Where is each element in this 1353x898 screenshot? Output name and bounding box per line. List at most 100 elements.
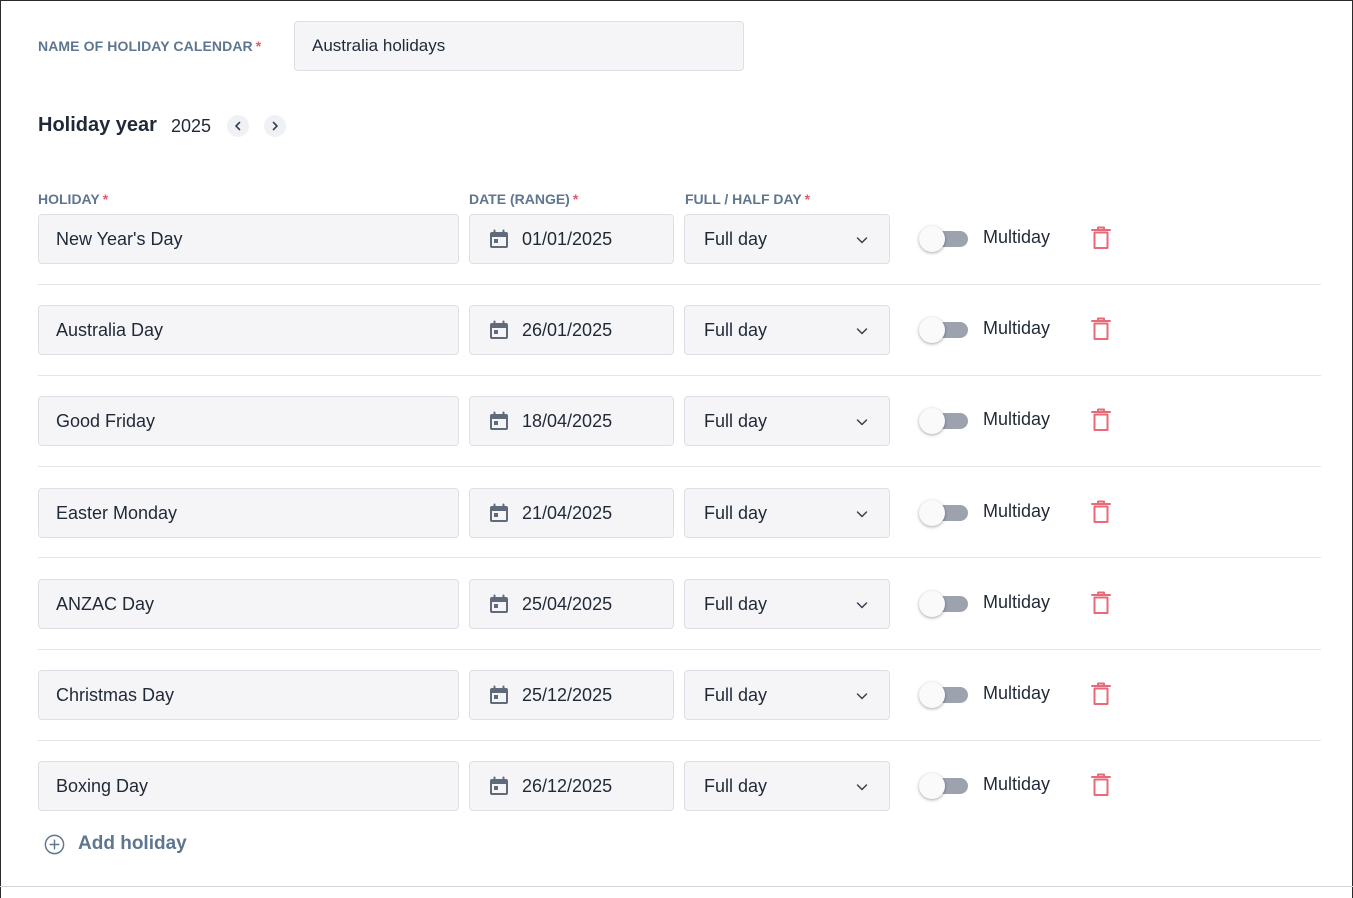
- holiday-name-input[interactable]: ANZAC Day: [38, 579, 459, 629]
- holiday-row: Easter Monday 21/04/2025 Full day Multiday: [1, 488, 1353, 538]
- chevron-right-icon: [272, 121, 278, 131]
- day-type-select[interactable]: Full day: [684, 670, 890, 720]
- multiday-label: Multiday: [983, 501, 1051, 521]
- toggle-knob: [919, 682, 945, 708]
- calendar-icon: [490, 776, 508, 795]
- toggle-knob: [919, 500, 945, 526]
- required-mark: *: [804, 191, 811, 207]
- holiday-name-input[interactable]: New Year's Day: [38, 214, 459, 264]
- holiday-row: ANZAC Day 25/04/2025 Full day Multiday: [1, 579, 1353, 629]
- chevron-down-icon: [856, 602, 868, 609]
- multiday-label: Multiday: [983, 774, 1051, 794]
- calendar-name-label: NAME OF HOLIDAY CALENDAR *: [38, 38, 262, 54]
- holiday-name-input[interactable]: Good Friday: [38, 396, 459, 446]
- toggle-knob: [919, 226, 945, 252]
- chevron-down-icon: [856, 237, 868, 244]
- row-divider: [38, 557, 1321, 558]
- multiday-label: Multiday: [983, 409, 1051, 429]
- multiday-toggle[interactable]: [919, 773, 969, 799]
- day-type-select[interactable]: Full day: [684, 305, 890, 355]
- day-type-select[interactable]: Full day: [684, 396, 890, 446]
- holiday-date-input[interactable]: 26/01/2025: [469, 305, 674, 355]
- chevron-down-icon: [856, 419, 868, 426]
- holiday-date-input[interactable]: 26/12/2025: [469, 761, 674, 811]
- day-type-select[interactable]: Full day: [684, 214, 890, 264]
- calendar-icon: [490, 503, 508, 522]
- holiday-date-input[interactable]: 18/04/2025: [469, 396, 674, 446]
- multiday-toggle[interactable]: [919, 682, 969, 708]
- holiday-name-input[interactable]: Boxing Day: [38, 761, 459, 811]
- toggle-knob: [919, 408, 945, 434]
- holiday-date-input[interactable]: 01/01/2025: [469, 214, 674, 264]
- day-type-value: Full day: [704, 776, 768, 796]
- toggle-knob: [919, 317, 945, 343]
- row-divider: [38, 284, 1321, 285]
- toggle-knob: [919, 773, 945, 799]
- row-divider: [38, 375, 1321, 376]
- multiday-toggle[interactable]: [919, 500, 969, 526]
- holiday-name-input[interactable]: Easter Monday: [38, 488, 459, 538]
- holiday-row: New Year's Day 01/01/2025 Full day Multiday: [1, 214, 1353, 264]
- chevron-down-icon: [856, 784, 868, 791]
- holiday-date-value: 21/04/2025: [522, 503, 613, 523]
- holiday-date-value: 25/04/2025: [522, 594, 613, 614]
- chevron-down-icon: [856, 328, 868, 335]
- next-year-button[interactable]: [264, 115, 286, 137]
- required-mark: *: [572, 191, 579, 207]
- calendar-name-input[interactable]: Australia holidays: [294, 21, 744, 71]
- footer-divider: [0, 886, 1353, 887]
- holiday-column-header: HOLIDAY *: [38, 191, 109, 207]
- multiday-toggle[interactable]: [919, 226, 969, 252]
- holiday-date-input[interactable]: 21/04/2025: [469, 488, 674, 538]
- multiday-toggle[interactable]: [919, 408, 969, 434]
- holiday-date-input[interactable]: 25/12/2025: [469, 670, 674, 720]
- row-divider: [38, 466, 1321, 467]
- day-type-select[interactable]: Full day: [684, 761, 890, 811]
- holiday-date-value: 26/12/2025: [522, 776, 613, 796]
- date-column-header: DATE (RANGE) *: [469, 191, 579, 207]
- holiday-name-input[interactable]: Christmas Day: [38, 670, 459, 720]
- delete-holiday-button[interactable]: [1089, 316, 1113, 342]
- holiday-date-value: 01/01/2025: [522, 229, 613, 249]
- row-divider: [38, 649, 1321, 650]
- delete-holiday-button[interactable]: [1089, 590, 1113, 616]
- chevron-down-icon: [856, 511, 868, 518]
- delete-holiday-button[interactable]: [1089, 499, 1113, 525]
- holiday-date-value: 26/01/2025: [522, 320, 613, 340]
- multiday-label: Multiday: [983, 683, 1051, 703]
- day-type-column-header: FULL / HALF DAY *: [685, 191, 811, 207]
- chevron-left-icon: [235, 121, 241, 131]
- holiday-name-input[interactable]: Australia Day: [38, 305, 459, 355]
- multiday-toggle[interactable]: [919, 591, 969, 617]
- day-type-select[interactable]: Full day: [684, 488, 890, 538]
- required-mark: *: [102, 191, 109, 207]
- calendar-icon: [490, 229, 508, 248]
- multiday-toggle[interactable]: [919, 317, 969, 343]
- delete-holiday-button[interactable]: [1089, 772, 1113, 798]
- day-type-value: Full day: [704, 594, 768, 614]
- delete-holiday-button[interactable]: [1089, 407, 1113, 433]
- multiday-label: Multiday: [983, 592, 1051, 612]
- holiday-date-value: 25/12/2025: [522, 685, 613, 705]
- add-holiday-label: Add holiday: [78, 833, 187, 854]
- day-type-value: Full day: [704, 229, 768, 249]
- holiday-row: Christmas Day 25/12/2025 Full day Multiday: [1, 670, 1353, 720]
- holiday-year-value: 2025: [171, 116, 212, 136]
- holiday-row: Good Friday 18/04/2025 Full day Multiday: [1, 396, 1353, 446]
- calendar-icon: [490, 594, 508, 613]
- delete-holiday-button[interactable]: [1089, 225, 1113, 251]
- holiday-date-value: 18/04/2025: [522, 411, 613, 431]
- holiday-date-input[interactable]: 25/04/2025: [469, 579, 674, 629]
- day-type-value: Full day: [704, 320, 768, 340]
- delete-holiday-button[interactable]: [1089, 681, 1113, 707]
- holiday-year-title: Holiday year: [38, 114, 157, 136]
- day-type-select[interactable]: Full day: [684, 579, 890, 629]
- required-mark: *: [255, 38, 262, 54]
- toggle-knob: [919, 591, 945, 617]
- add-holiday-button[interactable]: Add holiday: [43, 831, 187, 857]
- chevron-down-icon: [856, 693, 868, 700]
- previous-year-button[interactable]: [227, 115, 249, 137]
- calendar-icon: [490, 320, 508, 339]
- holiday-row: Australia Day 26/01/2025 Full day Multiday: [1, 305, 1353, 355]
- day-type-value: Full day: [704, 411, 768, 431]
